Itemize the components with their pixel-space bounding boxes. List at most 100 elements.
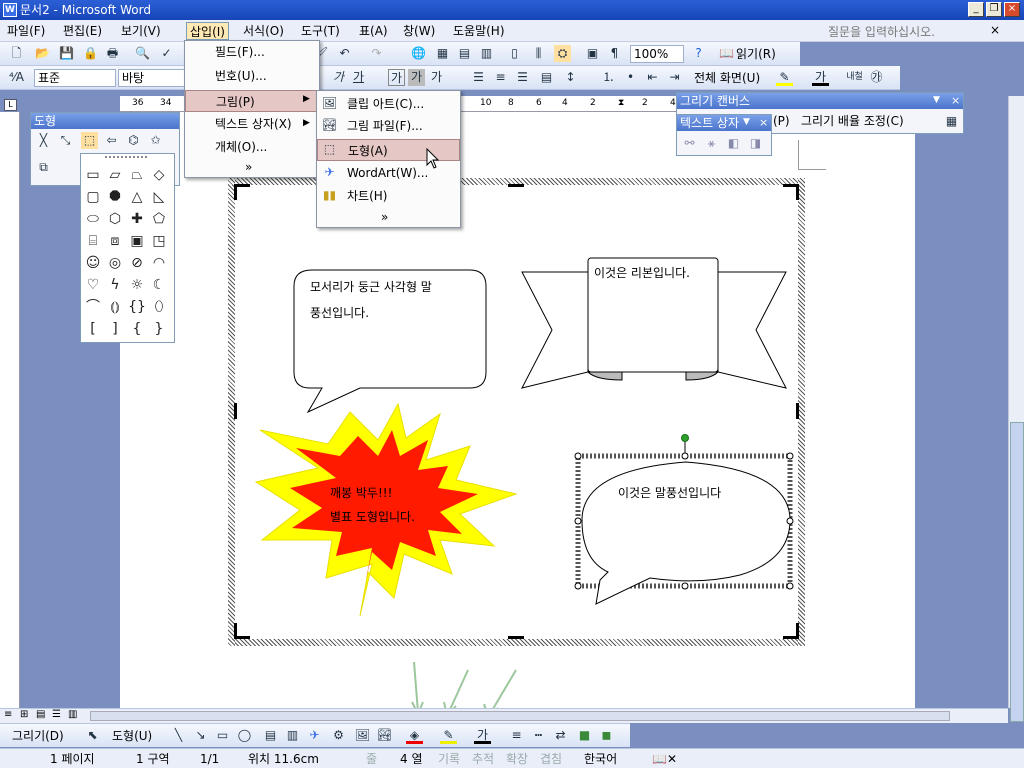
connectors-icon[interactable]: ⤡: [57, 132, 74, 149]
outline-view-icon[interactable]: ☰: [52, 709, 61, 720]
prev-textbox-icon[interactable]: ◧: [725, 135, 742, 152]
picture-tool-icon[interactable]: 🏞: [376, 727, 393, 744]
rotate-handle[interactable]: [681, 434, 689, 442]
print-view-icon[interactable]: ▤: [36, 709, 45, 720]
sun-icon[interactable]: ☼: [126, 274, 148, 296]
spelling-status-icon[interactable]: 📖✕: [652, 750, 677, 768]
lines-icon[interactable]: ╳: [35, 132, 52, 149]
line-color-icon[interactable]: ✎: [440, 727, 457, 744]
autoshapes-button[interactable]: 도형(U): [112, 728, 152, 744]
menu-expand-icon[interactable]: »: [185, 156, 319, 178]
no-symbol-icon[interactable]: ⊘: [126, 252, 148, 274]
hexagon-icon[interactable]: ⬡: [104, 208, 126, 230]
reading-view-icon[interactable]: ▥: [68, 709, 77, 720]
menu-item-number[interactable]: 번호(U)...: [185, 65, 319, 87]
line-icon[interactable]: ╲: [170, 727, 187, 744]
triangle-icon[interactable]: △: [126, 186, 148, 208]
status-trk[interactable]: 추적: [472, 750, 494, 768]
next-textbox-icon[interactable]: ◨: [747, 135, 764, 152]
wordart-tool-icon[interactable]: ✈: [306, 727, 323, 744]
explosion-text-line2: 별표 도형입니다.: [330, 510, 415, 524]
right-brace-icon[interactable]: }: [148, 318, 170, 340]
status-ext[interactable]: 확장: [506, 750, 528, 768]
menu-item-textbox[interactable]: 텍스트 상자(X): [185, 113, 319, 135]
menu-expand-icon[interactable]: »: [317, 206, 460, 228]
menu-item-picture-file[interactable]: 그림 파일(F)...: [317, 115, 460, 137]
status-ovr[interactable]: 겹침: [540, 750, 562, 768]
ribbon-text: 이것은 리본입니다.: [594, 266, 690, 280]
can-icon[interactable]: ⌸: [82, 230, 104, 252]
octagon-icon[interactable]: ⯃: [104, 186, 126, 208]
status-rec[interactable]: 기록: [438, 750, 460, 768]
text-wrap-icon[interactable]: ▦: [943, 113, 960, 130]
more-shapes-icon[interactable]: ⧉: [35, 159, 52, 176]
arc-icon[interactable]: ⌒: [82, 296, 104, 318]
horizontal-scrollbar[interactable]: ≡ ⊞ ▤ ☰ ▥: [0, 708, 1008, 723]
dash-style-icon[interactable]: ┅: [530, 727, 547, 744]
donut-icon[interactable]: ◎: [104, 252, 126, 274]
oval-callout-text[interactable]: 이것은 말풍선입니다: [618, 480, 721, 506]
status-section: 1 구역: [136, 752, 170, 766]
double-brace-icon[interactable]: {}: [126, 296, 148, 318]
heart-icon[interactable]: ♡: [82, 274, 104, 296]
arrow-style-icon[interactable]: ⇄: [552, 727, 569, 744]
shapes-toolbar-title: 도형: [31, 113, 179, 129]
link-icon[interactable]: ⚯: [681, 135, 698, 152]
left-bracket-icon[interactable]: [: [82, 318, 104, 340]
trapezoid-icon[interactable]: ⏢: [126, 164, 148, 186]
block-arc-icon[interactable]: ◠: [148, 252, 170, 274]
menu-item-chart[interactable]: 차트(H): [317, 185, 460, 207]
arrow-icon[interactable]: ↘: [192, 727, 209, 744]
break-link-icon[interactable]: ⚹: [703, 135, 720, 152]
smiley-icon[interactable]: ☺: [82, 252, 104, 274]
rectangle-tool-icon[interactable]: ▭: [214, 727, 231, 744]
cube-icon[interactable]: ⧈: [104, 230, 126, 252]
fill-color-icon[interactable]: ◈: [406, 727, 423, 744]
left-brace-icon[interactable]: {: [126, 318, 148, 340]
canvas-toolbar-menu-icon[interactable]: ▼: [933, 95, 940, 105]
plaque-icon[interactable]: ⬯: [148, 296, 170, 318]
cross-icon[interactable]: ✚: [126, 208, 148, 230]
oval-callout-shape[interactable]: [574, 434, 794, 605]
oval-tool-icon[interactable]: ◯: [236, 727, 253, 744]
bevel-icon[interactable]: ▣: [126, 230, 148, 252]
diagram-icon[interactable]: ⚙: [330, 727, 347, 744]
shadow-icon[interactable]: ■: [576, 727, 593, 744]
menu-item-picture[interactable]: 그림(P): [185, 90, 319, 112]
diamond-icon[interactable]: ◇: [148, 164, 170, 186]
font-color-tool-icon[interactable]: 가: [474, 727, 491, 744]
menu-item-object[interactable]: 개체(O)...: [185, 136, 319, 158]
normal-view-icon[interactable]: ≡: [4, 709, 12, 720]
rectangle-icon[interactable]: ▭: [82, 164, 104, 186]
block-arrows-icon[interactable]: ⇦: [103, 132, 120, 149]
vertical-textbox-icon[interactable]: ▥: [284, 727, 301, 744]
select-objects-icon[interactable]: ⬉: [84, 727, 101, 744]
rounded-rect-icon[interactable]: ▢: [82, 186, 104, 208]
menu-item-clipart[interactable]: 클립 아트(C)...: [317, 93, 460, 115]
draw-menu-button[interactable]: 그리기(D): [12, 728, 64, 744]
folded-corner-icon[interactable]: ◳: [148, 230, 170, 252]
menu-item-field[interactable]: 필드(F)...: [185, 41, 319, 63]
stars-banners-icon[interactable]: ✩: [147, 132, 164, 149]
lightning-icon[interactable]: ϟ: [104, 274, 126, 296]
flowchart-icon[interactable]: ⌬: [125, 132, 142, 149]
oval-icon[interactable]: ⬭: [82, 208, 104, 230]
web-view-icon[interactable]: ⊞: [20, 709, 28, 720]
textbox-toolbar-close-icon[interactable]: ×: [759, 116, 768, 129]
double-bracket-icon[interactable]: ⦅⦆: [104, 296, 126, 318]
scale-drawing-button[interactable]: 그리기 배율 조정(C): [801, 113, 904, 129]
submenu-arrow-icon: ▶: [303, 118, 310, 128]
pentagon-icon[interactable]: ⬠: [148, 208, 170, 230]
clipart-tool-icon[interactable]: 🖼: [354, 727, 371, 744]
3d-icon[interactable]: ◼: [598, 727, 615, 744]
right-triangle-icon[interactable]: ◺: [148, 186, 170, 208]
fit-button[interactable]: (P): [773, 113, 790, 129]
textbox-tool-icon[interactable]: ▤: [262, 727, 279, 744]
canvas-toolbar-close-icon[interactable]: ×: [951, 94, 960, 107]
basic-shapes-icon[interactable]: ⬚: [81, 132, 98, 149]
line-style-icon[interactable]: ≡: [508, 727, 525, 744]
textbox-toolbar-menu-icon[interactable]: ▼: [743, 117, 750, 127]
right-bracket-icon[interactable]: ]: [104, 318, 126, 340]
parallelogram-icon[interactable]: ▱: [104, 164, 126, 186]
moon-icon[interactable]: ☾: [148, 274, 170, 296]
